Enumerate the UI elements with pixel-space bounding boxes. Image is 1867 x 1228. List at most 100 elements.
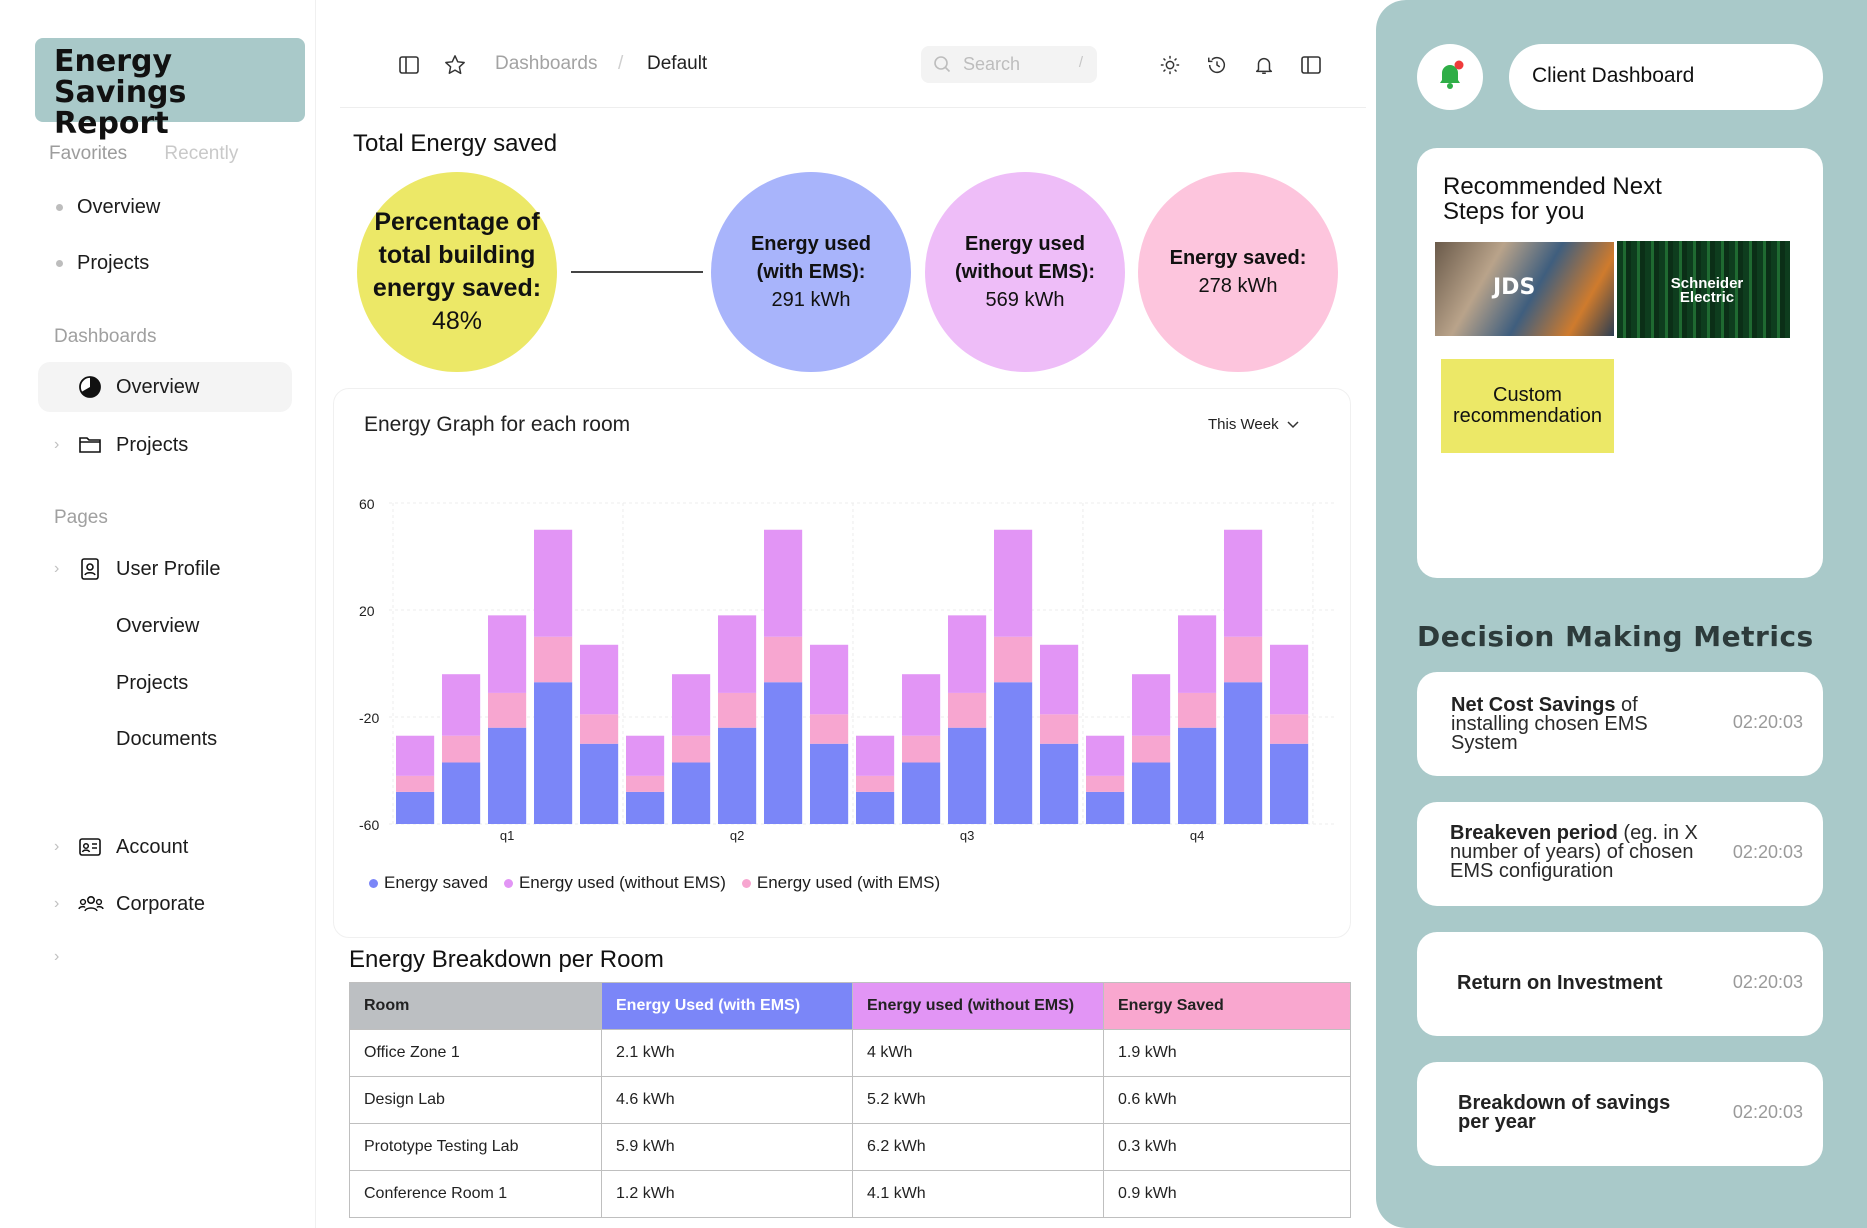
schneider-image[interactable]: Schneider Electric [1617, 241, 1790, 338]
client-dashboard-button[interactable]: Client Dashboard [1509, 44, 1823, 110]
jds-logo-text: JDS [1493, 275, 1536, 300]
bar-segment [672, 762, 711, 824]
summary-title: Total Energy saved [353, 130, 558, 157]
with-ems-value: 291 kWh [771, 289, 851, 311]
sidebar-item-dashboard-projects[interactable]: › Projects [38, 420, 292, 470]
bar-segment [1040, 714, 1079, 744]
right-panel: Client Dashboard Recommended Next Steps … [1376, 0, 1867, 1228]
bar-segment [626, 775, 665, 792]
breadcrumb-separator: / [618, 53, 624, 74]
cell-without-ems: 4.1 kWh [852, 1170, 1104, 1218]
tab-favorites[interactable]: Favorites [49, 143, 127, 164]
bar-segment [396, 735, 435, 776]
bar-segment [718, 727, 757, 824]
breadcrumb-dashboards[interactable]: Dashboards [495, 53, 597, 75]
x-tick-label: q2 [730, 828, 744, 843]
bar-segment [1178, 692, 1217, 728]
cell-without-ems: 4 kWh [852, 1029, 1104, 1077]
sidebar-item-profile-overview[interactable]: Overview [38, 601, 292, 651]
bar-segment [1132, 674, 1171, 736]
app-logo: Energy Savings Report [35, 38, 305, 139]
bar-segment [672, 674, 711, 736]
bar-segment [1270, 743, 1309, 824]
bar-segment [396, 775, 435, 792]
metric-card-breakdown[interactable]: Breakdown of savings per year 02:20:03 [1417, 1062, 1823, 1166]
breadcrumb-default[interactable]: Default [647, 53, 707, 75]
metric-title: Breakdown of savings per year [1458, 1092, 1671, 1133]
header-without-ems: Energy used (without EMS) [852, 982, 1104, 1030]
percentage-value: 48% [431, 307, 483, 335]
legend-swatch [741, 878, 751, 888]
bar-segment [902, 674, 941, 736]
metric-time: 02:20:03 [1732, 972, 1803, 992]
metric-text: Breakdown of savings per year [1458, 1092, 1688, 1133]
metric-text: Net Cost Savings of installing chosen EM… [1451, 695, 1656, 753]
bar-segment [1224, 636, 1263, 683]
notification-button[interactable] [1417, 44, 1483, 110]
bar-segment [1040, 644, 1079, 715]
sidebar-toggle-icon[interactable] [398, 54, 422, 78]
sidebar-item-account[interactable]: › Account [38, 822, 292, 872]
recommended-card: Recommended Next Steps for you JDS Schne… [1417, 148, 1823, 578]
cell-with-ems: 4.6 kWh [601, 1076, 853, 1124]
bar-segment [994, 682, 1033, 824]
table-row: Conference Room 1 1.2 kWh 4.1 kWh 0.9 kW… [349, 1170, 1351, 1218]
metric-card-net-cost[interactable]: Net Cost Savings of installing chosen EM… [1417, 672, 1823, 776]
sidebar-item-favorite-overview[interactable]: Overview [38, 182, 292, 232]
without-ems-value: 569 kWh [985, 289, 1065, 311]
saved-label: Energy saved: [1169, 247, 1307, 269]
user-badge-icon [78, 557, 102, 581]
energy-graph-card: Energy Graph for each room This Week 60 2… [333, 388, 1351, 938]
sidebar-item-profile-documents[interactable]: Documents [38, 714, 292, 764]
bar-segment [994, 529, 1033, 637]
schneider-logo-text: Schneider Electric [1670, 275, 1744, 306]
bar-segment [948, 727, 987, 824]
sidebar-item-label: Overview [116, 614, 200, 637]
legend-label: Energy used (without EMS) [518, 873, 726, 892]
metric-card-roi[interactable]: Return on Investment 02:20:03 [1417, 932, 1823, 1036]
y-tick-label: -20 [359, 710, 379, 726]
sidebar-item-corporate[interactable]: › Corporate [38, 879, 292, 929]
panel-toggle-icon[interactable] [1300, 54, 1324, 78]
legend-swatch [369, 878, 378, 888]
sidebar-expand[interactable]: › [38, 932, 292, 982]
sidebar-item-dashboard-overview[interactable]: Overview [38, 362, 292, 412]
header-with-ems: Energy Used (with EMS) [601, 982, 853, 1030]
bar-segment [534, 529, 573, 637]
connector-line [571, 271, 703, 273]
tab-recently[interactable]: Recently [164, 143, 238, 164]
bar-segment [1270, 714, 1309, 744]
jds-image[interactable]: JDS [1435, 242, 1614, 336]
star-icon[interactable] [444, 54, 468, 78]
bar-segment [810, 743, 849, 824]
sidebar-item-label: Projects [116, 671, 189, 694]
x-tick-label: q4 [1190, 828, 1204, 843]
sidebar-item-profile-projects[interactable]: Projects [38, 658, 292, 708]
chevron-right-icon: › [54, 560, 60, 577]
sidebar-item-favorite-projects[interactable]: Projects [38, 238, 292, 288]
section-dashboards: Dashboards [54, 326, 157, 347]
bell-icon[interactable] [1253, 54, 1277, 78]
history-icon[interactable] [1206, 54, 1230, 78]
metrics-title: Decision Making Metrics [1417, 620, 1814, 653]
search-placeholder: Search [963, 54, 1021, 74]
bar-segment [442, 735, 481, 763]
bar-segment [856, 735, 895, 776]
bar-segment [488, 692, 527, 728]
custom-recommendation-button[interactable]: Custom recommendation [1441, 359, 1614, 453]
metric-card-breakeven[interactable]: Breakeven period (eg. in X number of yea… [1417, 802, 1823, 906]
bar-segment [580, 714, 619, 744]
bullet-icon [56, 203, 63, 211]
bar-segment [534, 636, 573, 683]
bar-segment [718, 692, 757, 728]
sidebar-item-user-profile[interactable]: › User Profile [38, 544, 292, 594]
search-input[interactable]: Search / [921, 46, 1097, 83]
breakdown-title: Energy Breakdown per Room [349, 946, 664, 973]
table-row: Design Lab 4.6 kWh 5.2 kWh 0.6 kWh [349, 1076, 1351, 1124]
sidebar-tabs: Favorites Recently [49, 143, 270, 165]
bar-segment [488, 727, 527, 824]
sun-icon[interactable] [1159, 54, 1183, 78]
cell-saved: 0.9 kWh [1103, 1170, 1351, 1218]
bar-segment [488, 615, 527, 693]
bar-segment [442, 674, 481, 736]
